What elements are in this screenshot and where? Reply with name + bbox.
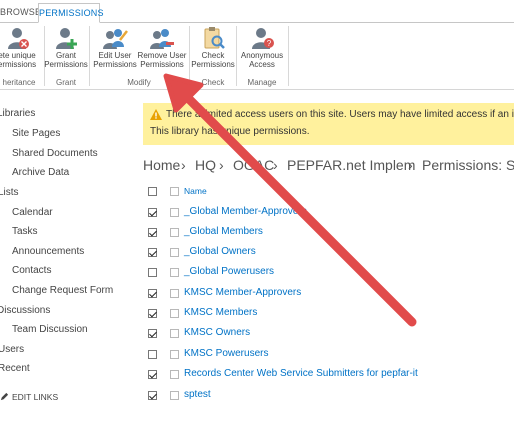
annotation-arrow-icon — [163, 73, 417, 327]
